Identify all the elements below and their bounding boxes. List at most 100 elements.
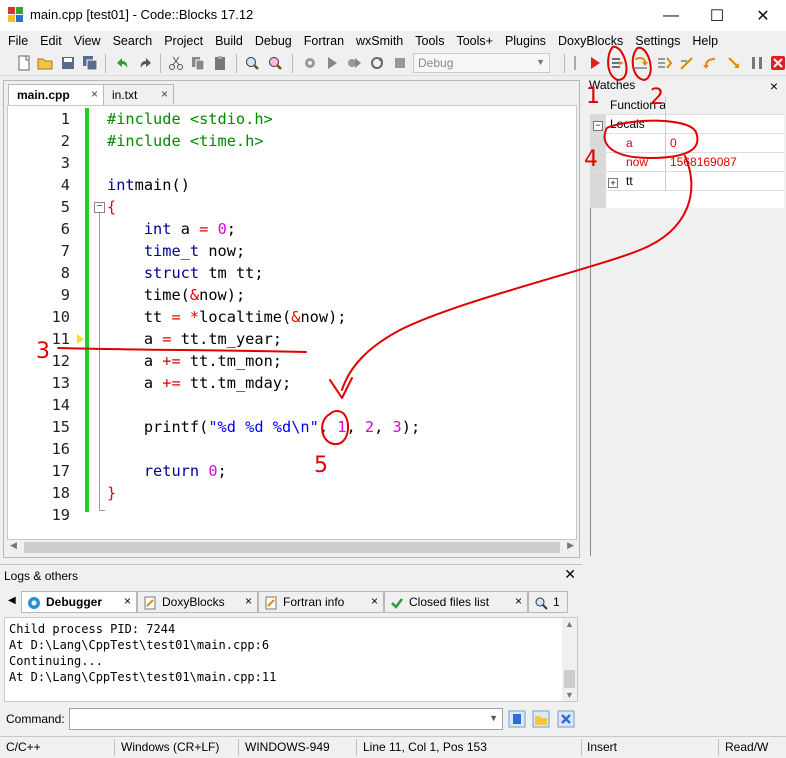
tab-close-icon[interactable]: × bbox=[91, 87, 98, 101]
find-icon[interactable] bbox=[244, 55, 260, 71]
line-number: 18 bbox=[51, 484, 70, 502]
stop-debugger-icon[interactable] bbox=[770, 55, 786, 71]
save-icon[interactable] bbox=[60, 55, 76, 71]
load-file-icon[interactable] bbox=[532, 710, 550, 728]
line-number: 17 bbox=[51, 462, 70, 480]
tab-main-cpp[interactable]: main.cpp × bbox=[8, 84, 104, 105]
tab-search-results[interactable]: 1 bbox=[528, 591, 568, 613]
command-label: Command: bbox=[6, 712, 65, 726]
tab-close-icon[interactable]: × bbox=[371, 594, 378, 608]
column-value[interactable] bbox=[666, 96, 784, 115]
replace-icon[interactable] bbox=[267, 55, 283, 71]
build-target-select[interactable]: Debug ▼ bbox=[413, 53, 550, 73]
menu-fortran[interactable]: Fortran bbox=[300, 34, 348, 48]
pause-icon[interactable] bbox=[749, 55, 765, 71]
locals-row[interactable]: − Locals bbox=[590, 115, 784, 134]
tab-label: in.txt bbox=[112, 88, 138, 102]
menu-wxsmith[interactable]: wxSmith bbox=[352, 34, 407, 48]
menu-debug[interactable]: Debug bbox=[251, 34, 296, 48]
tab-doxyblocks[interactable]: DoxyBlocks × bbox=[137, 591, 258, 613]
code-editor[interactable]: 1 2 3 4 5 6 7 8 9 10 11 12 13 14 15 16 1… bbox=[7, 105, 577, 540]
watches-grid[interactable]: Function a − Locals a 0 now 1568169087 +… bbox=[590, 96, 784, 208]
build-gear-icon[interactable] bbox=[302, 55, 318, 71]
undo-icon[interactable] bbox=[114, 55, 130, 71]
maximize-button[interactable]: ☐ bbox=[694, 0, 740, 31]
clear-icon[interactable] bbox=[557, 710, 575, 728]
copy-icon[interactable] bbox=[190, 55, 206, 71]
vertical-scrollbar[interactable]: ▲ ▼ bbox=[562, 618, 577, 701]
tab-debugger[interactable]: Debugger × bbox=[21, 591, 137, 613]
close-button[interactable]: ✕ bbox=[740, 0, 786, 31]
open-folder-icon[interactable] bbox=[37, 55, 53, 71]
step-out-icon[interactable] bbox=[726, 55, 742, 71]
menu-settings[interactable]: Settings bbox=[631, 34, 684, 48]
watch-row[interactable]: now 1568169087 bbox=[590, 153, 784, 172]
line-number: 4 bbox=[60, 176, 70, 194]
menu-view[interactable]: View bbox=[70, 34, 105, 48]
menu-doxyblocks[interactable]: DoxyBlocks bbox=[554, 34, 627, 48]
run-to-cursor-icon[interactable] bbox=[610, 55, 626, 71]
paste-icon[interactable] bbox=[212, 55, 228, 71]
code-line: tt = *localtime(&now); bbox=[107, 308, 347, 326]
command-input[interactable]: ▼ bbox=[69, 708, 503, 730]
collapse-icon[interactable]: − bbox=[590, 115, 606, 134]
fold-guide bbox=[99, 213, 100, 511]
fold-collapse-icon[interactable]: − bbox=[94, 202, 105, 213]
scrollbar-thumb[interactable] bbox=[564, 670, 575, 688]
column-function[interactable]: Function a bbox=[606, 96, 666, 115]
tab-in-txt[interactable]: in.txt × bbox=[103, 84, 174, 104]
menu-edit[interactable]: Edit bbox=[36, 34, 66, 48]
logs-close-icon[interactable]: ✕ bbox=[564, 566, 576, 583]
watches-close-icon[interactable]: × bbox=[770, 78, 778, 94]
abort-build-icon[interactable] bbox=[392, 55, 408, 71]
new-file-icon[interactable] bbox=[16, 55, 32, 71]
tab-close-icon[interactable]: × bbox=[161, 87, 168, 101]
redo-icon[interactable] bbox=[138, 55, 154, 71]
rebuild-icon[interactable] bbox=[369, 55, 385, 71]
chevron-down-icon[interactable]: ▼ bbox=[489, 713, 498, 723]
menu-project[interactable]: Project bbox=[160, 34, 207, 48]
menu-file[interactable]: File bbox=[4, 34, 32, 48]
tab-fortran-info[interactable]: Fortran info × bbox=[258, 591, 384, 613]
run-icon[interactable] bbox=[324, 55, 340, 71]
watch-row[interactable]: + tt bbox=[590, 172, 784, 191]
menu-plugins[interactable]: Plugins bbox=[501, 34, 550, 48]
doxyblocks-icon bbox=[144, 596, 156, 610]
menu-tools-plus[interactable]: Tools+ bbox=[452, 34, 496, 48]
save-all-icon[interactable] bbox=[82, 55, 98, 71]
scrollbar-thumb[interactable] bbox=[24, 542, 560, 553]
menu-build[interactable]: Build bbox=[211, 34, 247, 48]
next-line-icon[interactable] bbox=[633, 55, 649, 71]
send-command-icon[interactable] bbox=[508, 710, 526, 728]
debug-continue-icon[interactable] bbox=[587, 55, 603, 71]
expand-icon[interactable]: + bbox=[606, 172, 622, 191]
toolbar-grip-icon bbox=[574, 56, 576, 70]
log-line: Continuing... bbox=[9, 654, 103, 668]
codeblocks-icon bbox=[8, 7, 24, 23]
horizontal-scrollbar[interactable]: ◀ ▶ bbox=[7, 540, 577, 555]
tab-close-icon[interactable]: × bbox=[124, 594, 131, 608]
tab-closed-files-list[interactable]: Closed files list × bbox=[384, 591, 528, 613]
tabs-scroll-left-icon[interactable]: ◀ bbox=[8, 595, 16, 606]
step-into-instruction-icon[interactable] bbox=[679, 55, 695, 71]
menu-help[interactable]: Help bbox=[688, 34, 722, 48]
menu-search[interactable]: Search bbox=[109, 34, 157, 48]
debugger-icon bbox=[28, 597, 40, 609]
watches-panel: Watches × Function a − Locals a 0 now 15… bbox=[584, 76, 786, 558]
menu-tools[interactable]: Tools bbox=[411, 34, 448, 48]
minimize-button[interactable]: — bbox=[648, 0, 694, 31]
build-and-run-icon[interactable] bbox=[346, 55, 362, 71]
line-number: 13 bbox=[51, 374, 70, 392]
line-number: 7 bbox=[60, 242, 70, 260]
cut-icon[interactable] bbox=[168, 55, 184, 71]
tab-close-icon[interactable]: × bbox=[515, 594, 522, 608]
watch-row[interactable]: a 0 bbox=[590, 134, 784, 153]
step-into-icon[interactable] bbox=[702, 55, 718, 71]
tab-label: Closed files list bbox=[409, 595, 490, 609]
next-instruction-icon[interactable] bbox=[656, 55, 672, 71]
debugger-log[interactable]: Child process PID: 7244 At D:\Lang\CppTe… bbox=[4, 617, 578, 702]
code-line: return 0; bbox=[143, 462, 227, 480]
tab-close-icon[interactable]: × bbox=[245, 594, 252, 608]
checkmark-icon bbox=[391, 598, 403, 609]
status-encoding: WINDOWS-949 bbox=[245, 740, 330, 754]
